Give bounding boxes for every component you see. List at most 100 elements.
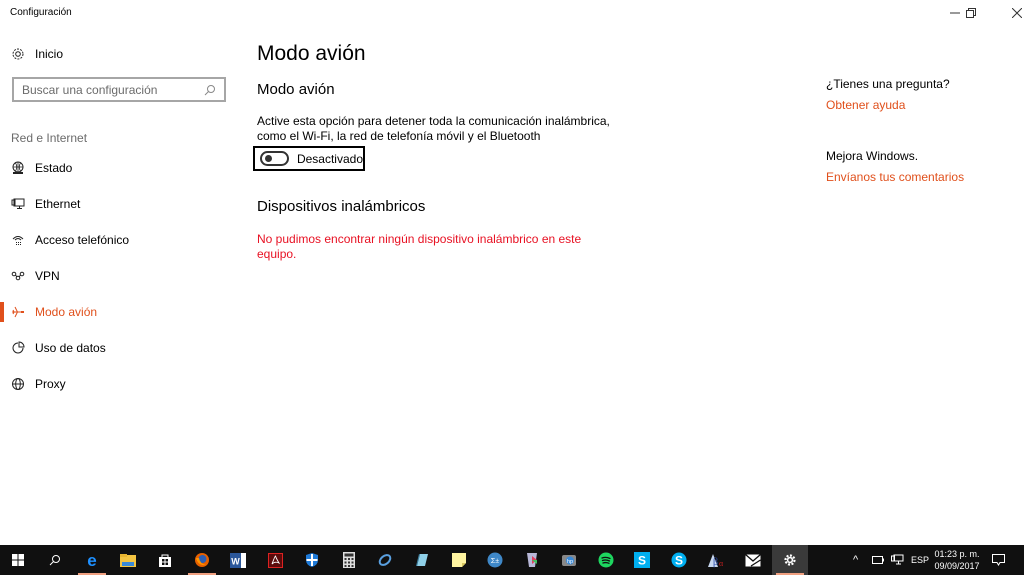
taskbar-mail[interactable] — [735, 545, 771, 575]
close-icon — [1012, 8, 1022, 18]
sidebar: Inicio Red e Internet Estado Ethernet — [0, 26, 240, 545]
taskbar-firefox[interactable] — [184, 545, 220, 575]
sidebar-item-acceso-telefonico[interactable]: Acceso telefónico — [0, 222, 240, 258]
taskbar-defender[interactable] — [294, 545, 330, 575]
taskbar-store[interactable] — [147, 545, 183, 575]
pie-chart-icon — [11, 341, 25, 355]
airplane-mode-toggle[interactable]: Desactivado — [253, 146, 365, 171]
taskbar-spotify[interactable] — [588, 545, 624, 575]
taskbar-search-button[interactable] — [37, 545, 73, 575]
taskbar-sticky-notes[interactable] — [441, 545, 477, 575]
sidebar-item-label: Estado — [35, 161, 73, 175]
clock[interactable]: 01:23 p. m. 09/09/2017 — [930, 548, 984, 572]
close-button[interactable] — [994, 0, 1024, 26]
ring-icon — [378, 554, 392, 566]
taskbar-app-ring[interactable] — [367, 545, 403, 575]
restore-icon — [966, 8, 976, 18]
page-title: Modo avión — [257, 42, 366, 65]
sidebar-item-label: Proxy — [35, 377, 66, 391]
taskbar-prism-app[interactable] — [514, 545, 550, 575]
battery-indicator[interactable] — [872, 545, 884, 575]
pdf-icon — [267, 552, 283, 568]
svg-text:hp: hp — [567, 559, 573, 565]
sidebar-item-vpn[interactable]: VPN — [0, 258, 240, 294]
search-input[interactable] — [22, 82, 204, 97]
restore-button[interactable] — [948, 0, 994, 26]
sidebar-item-label: Uso de datos — [35, 341, 106, 355]
airplane-description: Active esta opción para detener toda la … — [257, 114, 610, 143]
sidebar-item-estado[interactable]: Estado — [0, 150, 240, 186]
toggle-switch[interactable] — [260, 151, 289, 166]
taskbar-skype-2[interactable]: S — [661, 545, 697, 575]
network-indicator[interactable] — [891, 545, 904, 575]
action-center-button[interactable] — [992, 545, 1005, 575]
get-help-link[interactable]: Obtener ayuda — [826, 98, 905, 112]
language-code: ESP — [911, 555, 930, 565]
tray-overflow-button[interactable]: ^ — [853, 545, 858, 575]
beta-alpha-icon: βα — [708, 554, 724, 568]
app-title: Configuración — [10, 7, 72, 18]
clock-time: 01:23 p. m. — [934, 549, 980, 559]
taskbar-skype[interactable]: S — [624, 545, 660, 575]
taskbar-hp-app[interactable]: hp — [551, 545, 587, 575]
folder-icon — [120, 553, 136, 567]
windows-logo-icon — [12, 554, 24, 566]
taskbar-math[interactable]: Σ± — [477, 545, 513, 575]
spotify-icon — [598, 552, 614, 568]
mail-icon — [745, 553, 761, 567]
notification-icon — [992, 554, 1005, 566]
taskbar-char-app[interactable]: βα — [698, 545, 734, 575]
taskbar-acrobat[interactable] — [257, 545, 293, 575]
prism-icon — [527, 553, 537, 567]
svg-text:β: β — [713, 557, 718, 568]
svg-text:α: α — [719, 559, 724, 568]
taskbar-edge[interactable]: e — [74, 545, 110, 575]
home-link[interactable]: Inicio — [11, 47, 63, 61]
wireless-devices-title: Dispositivos inalámbricos — [257, 198, 426, 215]
calculator-icon — [343, 552, 355, 568]
taskbar-word[interactable]: W — [220, 545, 256, 575]
edge-icon: e — [87, 550, 97, 570]
sticky-note-icon — [452, 553, 466, 567]
sidebar-item-modo-avion[interactable]: Modo avión — [0, 294, 240, 330]
store-bag-icon — [159, 554, 171, 567]
settings-window: Configuración Inicio Red e Internet — [0, 0, 1024, 545]
feedback-link[interactable]: Envíanos tus comentarios — [826, 170, 964, 184]
clock-date: 09/09/2017 — [934, 561, 980, 571]
sidebar-item-label: VPN — [35, 269, 60, 283]
word-icon: W — [230, 552, 246, 568]
toggle-knob — [265, 155, 272, 162]
search-icon[interactable] — [204, 84, 216, 96]
search-box[interactable] — [12, 77, 226, 102]
svg-text:S: S — [638, 554, 646, 568]
improve-text: Mejora Windows. — [826, 149, 919, 163]
gear-icon — [784, 554, 796, 566]
title-bar: Configuración — [0, 0, 1024, 26]
taskbar-file-explorer[interactable] — [110, 545, 146, 575]
home-label: Inicio — [35, 47, 64, 61]
vpn-icon — [11, 269, 25, 283]
gear-icon — [11, 47, 25, 61]
svg-text:S: S — [675, 554, 683, 568]
chevron-up-icon: ^ — [853, 554, 859, 566]
hp-icon: hp — [562, 555, 576, 566]
taskbar-calculator[interactable] — [331, 545, 367, 575]
sidebar-item-proxy[interactable]: Proxy — [0, 366, 240, 402]
shield-icon — [306, 553, 318, 567]
start-button[interactable] — [0, 545, 36, 575]
sidebar-item-uso-de-datos[interactable]: Uso de datos — [0, 330, 240, 366]
wireless-error-message: No pudimos encontrar ningún dispositivo … — [257, 232, 582, 261]
ethernet-monitor-icon — [11, 197, 25, 211]
taskbar-settings[interactable] — [772, 545, 808, 575]
skype-icon: S — [671, 552, 687, 568]
airplane-section-title: Modo avión — [257, 81, 335, 98]
taskbar: e W Σ± hp S S βα ^ ESP 01:23 p. m. 09/09… — [0, 545, 1024, 575]
globe-icon — [11, 377, 25, 391]
ethernet-monitor-icon — [891, 554, 904, 565]
search-icon — [49, 555, 60, 566]
language-indicator[interactable]: ESP — [911, 545, 929, 575]
sidebar-item-ethernet[interactable]: Ethernet — [0, 186, 240, 222]
taskbar-notepad[interactable] — [404, 545, 440, 575]
toggle-state-label: Desactivado — [296, 151, 363, 166]
globe-status-icon — [11, 161, 25, 175]
